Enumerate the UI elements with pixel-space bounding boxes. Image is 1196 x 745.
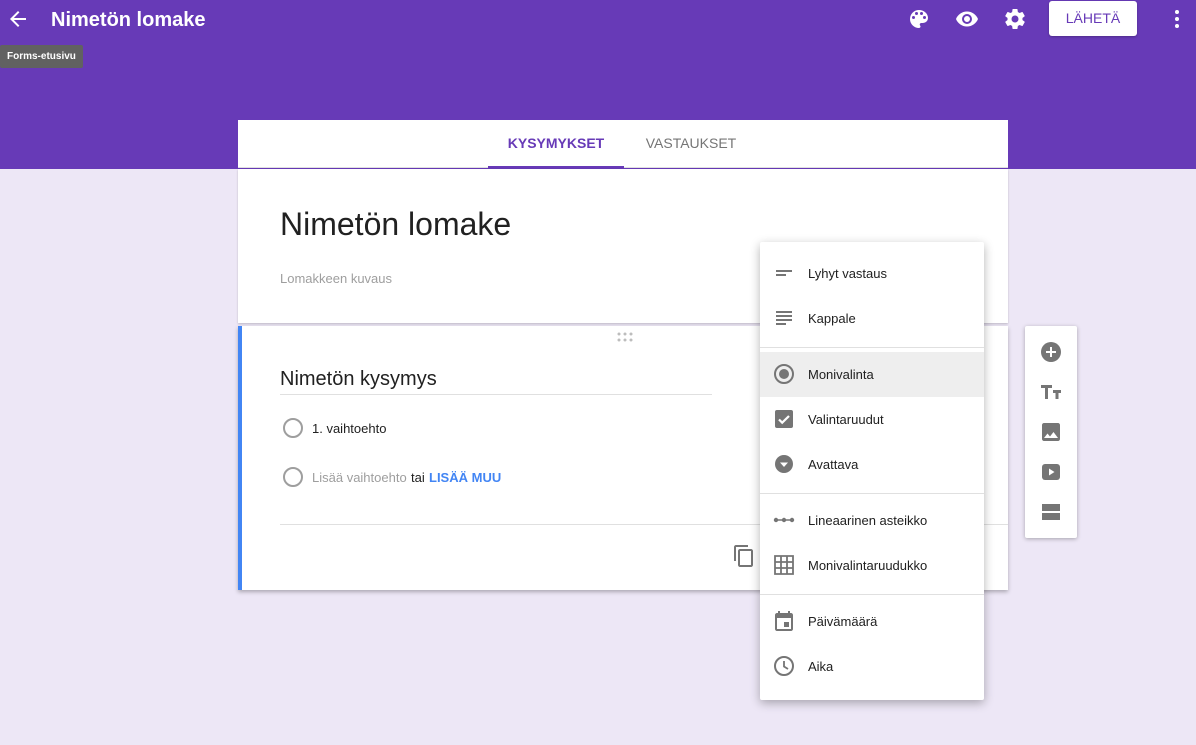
grid-icon [774, 555, 794, 575]
question-title-input[interactable]: Nimetön kysymys [280, 368, 712, 395]
add-option-input[interactable]: Lisää vaihtoehto [312, 470, 407, 485]
send-button[interactable]: LÄHETÄ [1049, 1, 1137, 36]
back-button[interactable] [6, 7, 30, 31]
menu-item-label: Kappale [808, 311, 856, 326]
tab-questions[interactable]: KYSYMYKSET [488, 120, 624, 168]
menu-item-time[interactable]: Aika [760, 644, 984, 689]
menu-item-checkboxes[interactable]: Valintaruudut [760, 397, 984, 442]
menu-item-label: Päivämäärä [808, 614, 878, 629]
menu-item-choice-grid[interactable]: Monivalintaruudukko [760, 543, 984, 588]
form-description-input[interactable]: Lomakkeen kuvaus [280, 271, 392, 286]
question-type-menu: Lyhyt vastaus Kappale Monivalinta Valint… [760, 242, 984, 700]
arrow-back-icon [10, 11, 26, 27]
settings-button[interactable] [1003, 7, 1027, 31]
menu-item-linear-scale[interactable]: Lineaarinen asteikko [760, 498, 984, 543]
palette-button[interactable] [907, 7, 931, 31]
menu-divider [760, 493, 984, 494]
menu-item-label: Avattava [808, 457, 859, 472]
clock-icon [774, 656, 794, 676]
paragraph-icon [776, 311, 792, 325]
palette-icon [910, 10, 928, 28]
add-title-button[interactable] [1039, 380, 1063, 404]
menu-item-multiple-choice[interactable]: Monivalinta [760, 352, 984, 397]
menu-item-label: Monivalintaruudukko [808, 558, 928, 573]
menu-item-label: Valintaruudut [808, 412, 884, 427]
menu-item-paragraph[interactable]: Kappale [760, 296, 984, 341]
add-image-icon [1042, 423, 1060, 441]
menu-item-label: Monivalinta [808, 367, 874, 382]
tab-bar: KYSYMYKSET VASTAUKSET [238, 120, 1008, 168]
form-title-input[interactable]: Nimetön lomake [280, 204, 511, 244]
add-question-icon [1041, 342, 1061, 362]
add-other-link[interactable]: LISÄÄ MUU [429, 470, 501, 485]
side-toolbar [1025, 326, 1077, 538]
menu-item-label: Lineaarinen asteikko [808, 513, 928, 528]
add-video-button[interactable] [1039, 460, 1063, 484]
add-question-button[interactable] [1039, 340, 1063, 364]
add-option-radio [283, 467, 303, 487]
eye-icon [956, 11, 978, 27]
option-radio [283, 418, 303, 438]
add-section-icon [1042, 504, 1060, 520]
radio-button-icon [774, 364, 794, 384]
home-tooltip: Forms-etusivu [0, 45, 83, 68]
menu-divider [760, 347, 984, 348]
duplicate-button[interactable] [732, 544, 756, 568]
menu-item-date[interactable]: Päivämäärä [760, 599, 984, 644]
checkbox-icon [775, 410, 793, 428]
drag-handle-icon[interactable] [616, 332, 634, 342]
linear-scale-icon [773, 517, 795, 523]
short-text-icon [776, 270, 792, 276]
menu-item-label: Aika [808, 659, 834, 674]
or-text: tai [411, 470, 425, 485]
add-video-icon [1042, 464, 1060, 480]
add-title-icon [1041, 385, 1061, 399]
add-image-button[interactable] [1039, 420, 1063, 444]
gear-icon [1005, 8, 1025, 30]
option-1-input[interactable]: 1. vaihtoehto [312, 421, 386, 436]
more-vert-icon [1175, 10, 1179, 28]
calendar-icon [775, 611, 793, 631]
copy-icon [734, 545, 753, 567]
preview-button[interactable] [955, 7, 979, 31]
menu-item-dropdown[interactable]: Avattava [760, 442, 984, 487]
page-title: Nimetön lomake [51, 9, 206, 31]
dropdown-icon [775, 455, 793, 473]
menu-item-short-answer[interactable]: Lyhyt vastaus [760, 251, 984, 296]
more-options-button[interactable] [1165, 7, 1189, 31]
add-section-button[interactable] [1039, 500, 1063, 524]
menu-divider [760, 594, 984, 595]
menu-item-label: Lyhyt vastaus [808, 266, 888, 281]
tab-responses[interactable]: VASTAUKSET [628, 120, 754, 168]
